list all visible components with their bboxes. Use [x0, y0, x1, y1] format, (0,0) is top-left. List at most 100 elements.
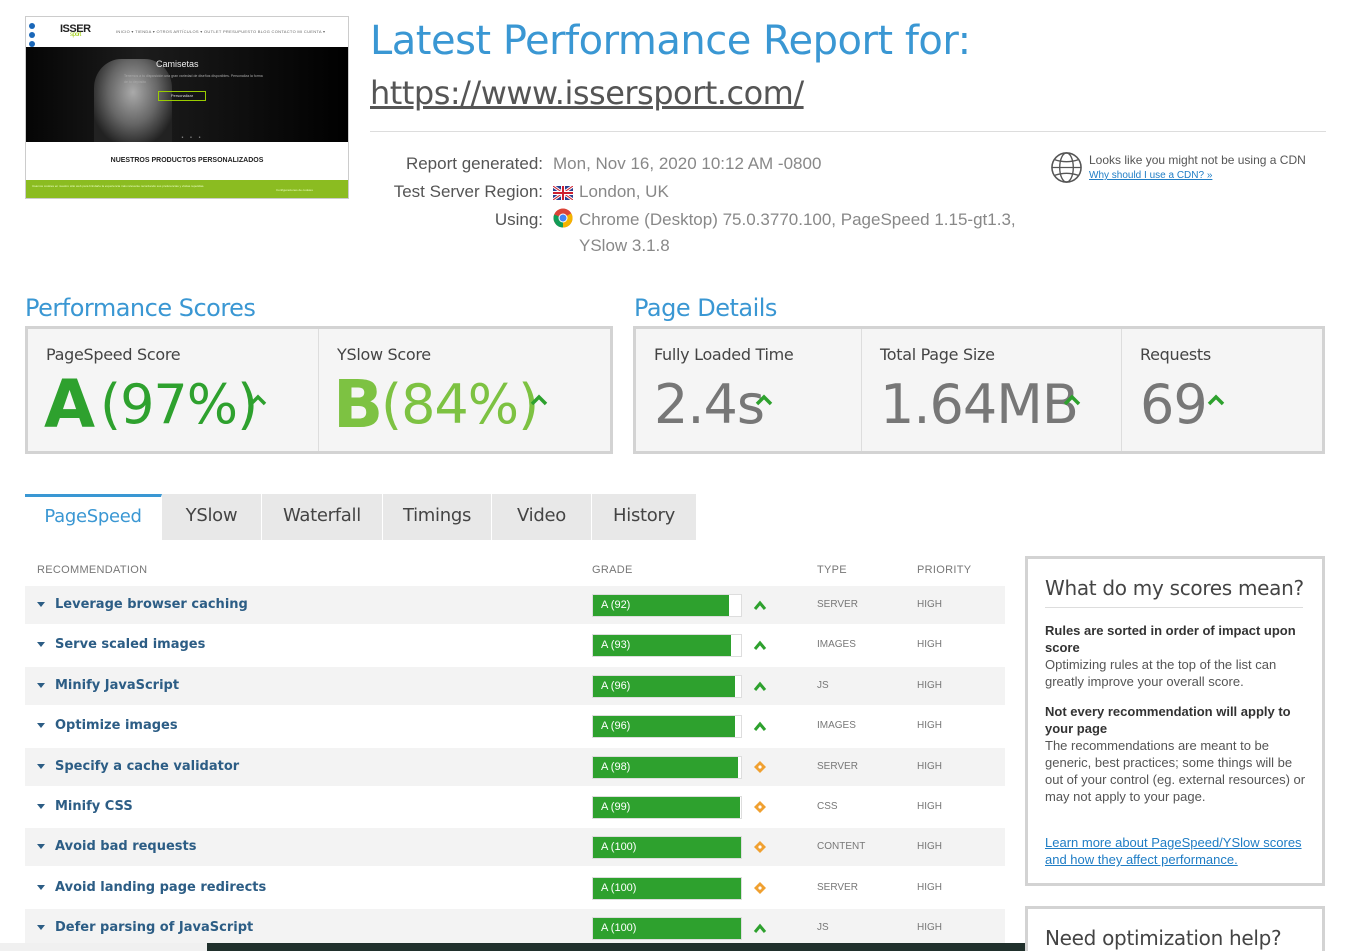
- table-row[interactable]: Avoid landing page redirects A (100) SERVE…: [25, 869, 1005, 907]
- recommendation-name[interactable]: Optimize images: [55, 718, 178, 733]
- expand-caret-icon[interactable]: [37, 723, 45, 728]
- requests-card: Requests 69: [1121, 329, 1322, 451]
- thumbnail-cookie-bar: Usamos cookies en nuestro sitio web para…: [26, 180, 348, 198]
- report-url-link[interactable]: https://www.issersport.com/: [370, 74, 804, 112]
- tab-video[interactable]: Video: [492, 494, 592, 540]
- fully-loaded-trend-up-icon: [755, 394, 773, 406]
- grade-bar-track: A (98): [592, 756, 742, 779]
- scores-explainer-paragraph-2: Not every recommendation will apply to y…: [1045, 704, 1306, 804]
- recommendation-name[interactable]: Defer parsing of JavaScript: [55, 920, 253, 935]
- recommendation-priority: HIGH: [917, 639, 942, 650]
- optimization-help-title: Need optimization help?: [1045, 926, 1282, 950]
- expand-caret-icon[interactable]: [37, 804, 45, 809]
- fully-loaded-card: Fully Loaded Time 2.4s: [636, 329, 861, 451]
- col-header-grade[interactable]: GRADE: [592, 564, 633, 576]
- grade-bar-track: A (93): [592, 634, 742, 657]
- table-row[interactable]: Avoid bad requests A (100) CONTENT HIGH: [25, 828, 1005, 866]
- col-header-recommendation[interactable]: RECOMMENDATION: [37, 564, 147, 576]
- cdn-info-link[interactable]: Why should I use a CDN? »: [1089, 170, 1212, 181]
- grade-bar-fill: A (100): [593, 918, 741, 939]
- grade-label: A (100): [601, 841, 637, 853]
- yslow-score-label: YSlow Score: [337, 345, 431, 364]
- col-header-type[interactable]: TYPE: [817, 564, 847, 576]
- report-title: Latest Performance Report for:: [370, 18, 971, 64]
- cdn-text: Looks like you might not be using a CDN: [1089, 153, 1306, 167]
- bottom-banner-bar: [207, 943, 1025, 951]
- grade-bar-track: A (99): [592, 796, 742, 819]
- table-row[interactable]: Serve scaled images A (93) IMAGES HIGH: [25, 626, 1005, 664]
- table-row[interactable]: Minify JavaScript A (96) JS HIGH: [25, 667, 1005, 705]
- tab-history[interactable]: History: [592, 494, 697, 540]
- page-details-title: Page Details: [634, 294, 777, 322]
- recommendation-name[interactable]: Minify JavaScript: [55, 678, 179, 693]
- trend-up-icon: [753, 923, 767, 933]
- report-generated-label: Report generated:: [405, 154, 543, 173]
- tab-pagespeed[interactable]: PageSpeed: [25, 494, 162, 540]
- recommendation-type: IMAGES: [817, 720, 856, 731]
- grade-label: A (93): [601, 639, 631, 651]
- grade-label: A (99): [601, 801, 631, 813]
- recommendation-name[interactable]: Avoid bad requests: [55, 839, 197, 854]
- scores-explainer-divider: [1045, 607, 1303, 608]
- globe-icon: [1051, 152, 1082, 183]
- table-row[interactable]: Defer parsing of JavaScript A (100) JS HIGH: [25, 909, 1005, 947]
- col-header-priority[interactable]: PRIORITY: [917, 564, 971, 576]
- recommendation-name[interactable]: Serve scaled images: [55, 637, 205, 652]
- expand-caret-icon[interactable]: [37, 642, 45, 647]
- thumbnail-logo: ISSER sport: [60, 23, 91, 38]
- recommendation-name[interactable]: Avoid landing page redirects: [55, 880, 266, 895]
- recommendation-name[interactable]: Leverage browser caching: [55, 597, 248, 612]
- recommendation-type: SERVER: [817, 761, 858, 772]
- chrome-icon: [553, 208, 573, 234]
- performance-scores-title: Performance Scores: [25, 294, 256, 322]
- recommendation-priority: HIGH: [917, 599, 942, 610]
- horizontal-scrollbar-track[interactable]: [0, 943, 207, 951]
- grade-bar-track: A (100): [592, 836, 742, 859]
- expand-caret-icon[interactable]: [37, 764, 45, 769]
- expand-caret-icon[interactable]: [37, 602, 45, 607]
- yslow-grade-letter: B: [333, 366, 384, 443]
- grade-label: A (96): [601, 720, 631, 732]
- recommendation-type: SERVER: [817, 599, 858, 610]
- fully-loaded-label: Fully Loaded Time: [654, 345, 794, 364]
- trend-up-icon: [753, 600, 767, 610]
- page-size-card: Total Page Size 1.64MB: [861, 329, 1121, 451]
- trend-up-icon: [753, 681, 767, 691]
- pagespeed-trend-up-icon: [249, 394, 267, 406]
- grade-bar-fill: A (96): [593, 716, 736, 737]
- grade-bar-track: A (100): [592, 877, 742, 900]
- scores-explainer-panel: What do my scores mean? Rules are sorted…: [1025, 556, 1325, 886]
- expand-caret-icon[interactable]: [37, 885, 45, 890]
- table-row[interactable]: Optimize images A (96) IMAGES HIGH: [25, 707, 1005, 745]
- recommendation-name[interactable]: Minify CSS: [55, 799, 133, 814]
- thumbnail-hero: Camisetas Tenemos a tu disposición una g…: [26, 47, 348, 142]
- table-row[interactable]: Minify CSS A (99) CSS HIGH: [25, 788, 1005, 826]
- trend-unchanged-icon: [754, 841, 766, 853]
- uk-flag-icon: [552, 183, 574, 206]
- expand-caret-icon[interactable]: [37, 844, 45, 849]
- scores-explainer-paragraph-1: Rules are sorted in order of impact upon…: [1045, 623, 1296, 689]
- grade-bar-fill: A (100): [593, 837, 741, 858]
- trend-unchanged-icon: [754, 801, 766, 813]
- thumbnail-hero-subtitle: Tenemos a tu disposición una gran varied…: [124, 74, 263, 84]
- thumbnail-cookie-text: Usamos cookies en nuestro sitio web para…: [32, 184, 205, 188]
- table-row[interactable]: Specify a cache validator A (98) SERVER HIG…: [25, 748, 1005, 786]
- optimization-help-panel: Need optimization help?: [1025, 906, 1325, 951]
- grade-bar-track: A (100): [592, 917, 742, 940]
- recommendation-type: CONTENT: [817, 841, 866, 852]
- expand-caret-icon[interactable]: [37, 925, 45, 930]
- learn-more-link[interactable]: Learn more about PageSpeed/YSlow scores …: [1045, 834, 1310, 868]
- tab-waterfall[interactable]: Waterfall: [262, 494, 383, 540]
- trend-up-icon: [753, 721, 767, 731]
- recommendation-type: CSS: [817, 801, 838, 812]
- using-line2: YSlow 3.1.8: [579, 236, 670, 255]
- tab-yslow[interactable]: YSlow: [162, 494, 262, 540]
- table-row[interactable]: Leverage browser caching A (92) SERVER HIGH: [25, 586, 1005, 624]
- recommendation-type: JS: [817, 680, 829, 691]
- expand-caret-icon[interactable]: [37, 683, 45, 688]
- grade-label: A (100): [601, 882, 637, 894]
- page-size-value: 1.64MB: [880, 373, 1079, 436]
- trend-up-icon: [753, 640, 767, 650]
- recommendation-name[interactable]: Specify a cache validator: [55, 759, 239, 774]
- tab-timings[interactable]: Timings: [383, 494, 492, 540]
